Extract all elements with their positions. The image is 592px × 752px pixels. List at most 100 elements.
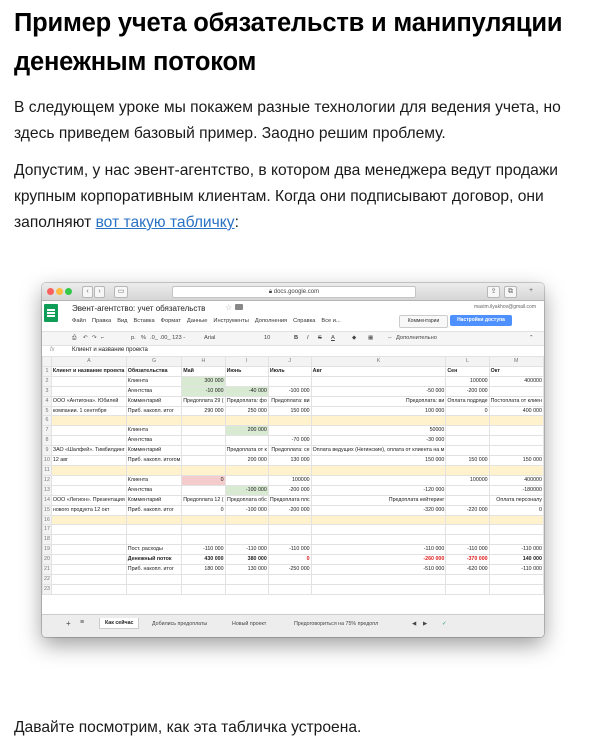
table-cell[interactable]: -120 000	[310, 484, 447, 496]
bold-button[interactable]: B	[294, 334, 298, 343]
zoom-dot-icon[interactable]	[65, 288, 72, 295]
table-cell[interactable]	[445, 435, 490, 447]
italic-button[interactable]: I	[307, 334, 309, 343]
table-cell[interactable]: Май	[181, 365, 226, 377]
add-sheet-icon[interactable]: +	[66, 619, 71, 628]
text-color-button[interactable]: A	[331, 334, 335, 343]
table-cell[interactable]	[224, 435, 269, 447]
menu-tools[interactable]: Инструменты	[213, 318, 248, 324]
table-cell[interactable]	[488, 385, 544, 397]
font-select[interactable]: Arial	[204, 334, 215, 343]
table-cell[interactable]: -110 000	[181, 544, 226, 556]
table-cell[interactable]	[50, 435, 127, 447]
table-cell[interactable]	[310, 375, 447, 387]
table-cell[interactable]	[267, 425, 312, 437]
table-cell[interactable]	[445, 415, 490, 427]
table-cell[interactable]: Предоплата: фо	[224, 395, 269, 407]
table-cell[interactable]	[445, 484, 490, 496]
table-cell[interactable]	[181, 415, 226, 427]
table-cell[interactable]: ООО «Антигона». Юбилей	[50, 395, 127, 407]
table-cell[interactable]: -40 000	[224, 385, 269, 397]
number-format-button[interactable]: .0_ .00_ 123 -	[150, 334, 185, 343]
table-cell[interactable]: Агентства	[125, 435, 183, 447]
table-cell[interactable]	[181, 524, 226, 536]
table-cell[interactable]	[50, 484, 127, 496]
table-cell[interactable]: Клиента	[125, 474, 183, 486]
account-email[interactable]: maxim.ilyakhov@gmail.com	[474, 304, 536, 310]
column-header[interactable]: M	[488, 356, 544, 367]
table-cell[interactable]: Комментарий	[125, 494, 183, 506]
table-cell[interactable]	[488, 425, 544, 437]
table-cell[interactable]	[50, 375, 127, 387]
table-cell[interactable]	[488, 445, 544, 457]
fill-color-icon[interactable]: ◆	[352, 334, 356, 343]
table-cell[interactable]	[50, 514, 127, 526]
table-cell[interactable]: -100 000	[267, 385, 312, 397]
row-header[interactable]: 19	[42, 544, 52, 556]
table-cell[interactable]	[445, 494, 490, 506]
table-cell[interactable]	[445, 573, 490, 585]
table-cell[interactable]: -180000	[488, 484, 544, 496]
menu-insert[interactable]: Вставка	[134, 318, 155, 324]
table-cell[interactable]	[267, 573, 312, 585]
table-cell[interactable]: 50000	[310, 425, 447, 437]
undo-icon[interactable]: ↶	[83, 334, 88, 343]
table-cell[interactable]: -370 000	[445, 554, 490, 566]
sidebar-icon[interactable]: ▭	[114, 286, 128, 298]
table-cell[interactable]: Окт	[488, 365, 544, 377]
table-cell[interactable]	[267, 514, 312, 526]
menu-help[interactable]: Справка	[293, 318, 315, 324]
address-bar[interactable]: 🔒︎ docs.google.com	[172, 286, 416, 298]
table-cell[interactable]	[267, 415, 312, 427]
table-cell[interactable]	[125, 464, 183, 476]
table-cell[interactable]	[50, 583, 127, 595]
table-cell[interactable]: Приб. накопл. итог	[125, 405, 183, 417]
table-cell[interactable]: -100 000	[224, 504, 269, 516]
table-cell[interactable]: 250 000	[224, 405, 269, 417]
table-cell[interactable]: Оплата ведущих (Негинские), оплата от кл…	[310, 445, 447, 457]
merge-icon[interactable]: ⇔	[387, 334, 393, 343]
table-cell[interactable]	[445, 445, 490, 457]
table-cell[interactable]	[50, 425, 127, 437]
table-cell[interactable]: -320 000	[310, 504, 447, 516]
explore-icon[interactable]: ✓	[442, 621, 446, 627]
table-cell[interactable]: ООО «Легион». Презентация	[50, 494, 127, 506]
table-cell[interactable]	[267, 583, 312, 595]
row-header[interactable]: 23	[42, 583, 52, 595]
column-header[interactable]: A	[50, 356, 127, 367]
table-cell[interactable]: -110 000	[488, 544, 544, 556]
row-header[interactable]: 14	[42, 494, 52, 506]
row-header[interactable]: 6	[42, 415, 52, 427]
table-cell[interactable]: 140 000	[488, 554, 544, 566]
table-cell[interactable]	[488, 415, 544, 427]
table-cell[interactable]	[50, 415, 127, 427]
table-cell[interactable]: 0	[181, 474, 226, 486]
row-header[interactable]: 17	[42, 524, 52, 536]
table-cell[interactable]: 100000	[267, 474, 312, 486]
table-cell[interactable]: -200 000	[267, 504, 312, 516]
table-cell[interactable]: 0	[267, 554, 312, 566]
table-cell[interactable]	[125, 573, 183, 585]
table-cell[interactable]: нового продукта 12 окт	[50, 504, 127, 516]
column-header[interactable]: I	[224, 356, 269, 367]
table-cell[interactable]	[224, 474, 269, 486]
table-cell[interactable]	[181, 583, 226, 595]
row-header[interactable]: 5	[42, 405, 52, 417]
table-cell[interactable]: 200 000	[224, 455, 269, 466]
table-cell[interactable]	[267, 464, 312, 476]
table-cell[interactable]	[445, 514, 490, 526]
table-cell[interactable]: 200 000	[224, 425, 269, 437]
tab-current[interactable]: Как сейчас	[99, 618, 140, 629]
table-cell[interactable]: 180 000	[181, 564, 226, 575]
table-cell[interactable]: Предоплата 12 (	[181, 494, 226, 506]
table-link[interactable]: вот такую табличку	[96, 214, 235, 231]
table-cell[interactable]: 150 000	[445, 455, 490, 466]
table-cell[interactable]	[488, 583, 544, 595]
sheets-logo-icon[interactable]	[44, 304, 58, 322]
table-cell[interactable]: 130 000	[267, 455, 312, 466]
tab-new-project[interactable]: Новый проект	[232, 621, 266, 627]
table-cell[interactable]	[125, 514, 183, 526]
table-cell[interactable]: 150 000	[488, 455, 544, 466]
table-cell[interactable]	[310, 415, 447, 427]
row-header[interactable]: 1	[42, 365, 52, 377]
